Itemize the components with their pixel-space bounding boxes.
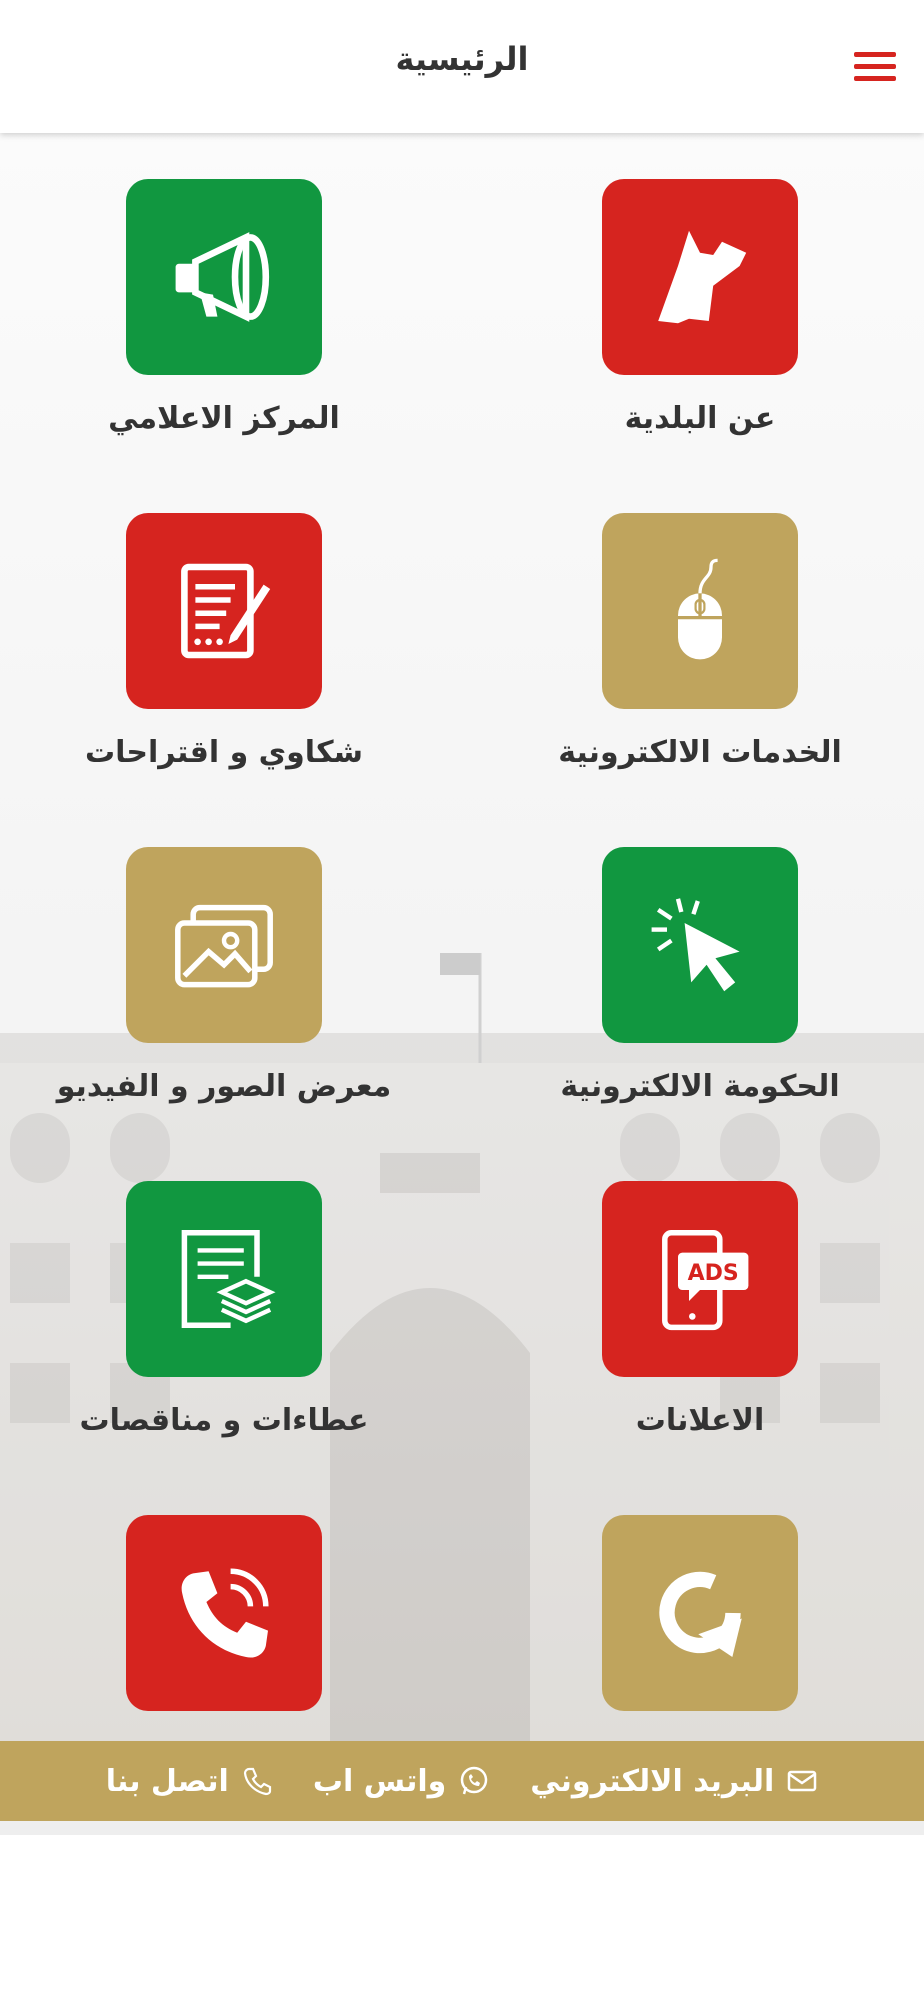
grid-item-9[interactable]: [490, 1515, 910, 1741]
tile-rotate[interactable]: [602, 1515, 798, 1711]
ads-phone-icon: ADS: [662, 1230, 749, 1331]
megaphone-icon: [175, 232, 270, 322]
page-title: الرئيسية: [395, 40, 529, 78]
grid-item-ads[interactable]: ADS الاعلانات: [490, 1181, 910, 1481]
grid-item-egov[interactable]: الحكومة الالكترونية: [490, 847, 910, 1147]
tile-eservices[interactable]: [602, 513, 798, 709]
label-tenders: عطاءات و مناقصات: [79, 1403, 369, 1438]
tile-tenders[interactable]: [126, 1181, 322, 1377]
tile-complaints[interactable]: [126, 513, 322, 709]
jordan-map-icon: [658, 230, 747, 324]
bottom-blank-area: [0, 1821, 924, 2000]
grid-item-10[interactable]: [14, 1515, 434, 1741]
label-gallery: معرض الصور و الفيديو: [56, 1069, 392, 1104]
tile-media-center[interactable]: [126, 179, 322, 375]
grid-item-gallery[interactable]: معرض الصور و الفيديو: [14, 847, 434, 1147]
call-us-link[interactable]: اتصل بنا: [106, 1764, 273, 1799]
label-ads: الاعلانات: [635, 1403, 765, 1438]
svg-text:ADS: ADS: [688, 1261, 739, 1286]
phone-call-icon: [181, 1568, 269, 1658]
gallery-icon: [175, 904, 273, 988]
divider: [0, 1821, 924, 1835]
document-pen-icon: [181, 563, 271, 659]
tile-egov[interactable]: [602, 847, 798, 1043]
whatsapp-icon: [461, 1766, 488, 1795]
grid-item-media-center[interactable]: المركز الاعلامي: [14, 179, 434, 479]
grid-item-complaints[interactable]: شكاوي و اقتراحات: [14, 513, 434, 813]
tile-gallery[interactable]: [126, 847, 322, 1043]
envelope-icon: [788, 1770, 817, 1792]
tile-phone[interactable]: [126, 1515, 322, 1711]
email-link[interactable]: البريد الالكتروني: [530, 1764, 818, 1799]
phone-icon: [243, 1767, 271, 1796]
rotate-arrow-icon: [659, 1571, 742, 1657]
whatsapp-label: واتس اب: [312, 1763, 447, 1799]
grid-item-about[interactable]: عن البلدية: [490, 179, 910, 479]
tile-about[interactable]: [602, 179, 798, 375]
cursor-click-icon: [651, 898, 740, 992]
label-about: عن البلدية: [624, 401, 776, 436]
tile-ads[interactable]: ADS: [602, 1181, 798, 1377]
mouse-icon: [678, 558, 722, 660]
app-header: الرئيسية: [0, 0, 924, 133]
call-label: اتصل بنا: [105, 1763, 229, 1799]
hamburger-menu-icon[interactable]: [854, 52, 896, 82]
label-egov: الحكومة الالكترونية: [560, 1069, 840, 1104]
email-label: البريد الالكتروني: [530, 1763, 775, 1799]
main-content: عن البلدية المركز الاعلامي الخدمات الالك…: [0, 133, 924, 1741]
grid-item-tenders[interactable]: عطاءات و مناقصات: [14, 1181, 434, 1481]
label-media-center: المركز الاعلامي: [108, 401, 340, 436]
label-complaints: شكاوي و اقتراحات: [84, 735, 364, 770]
grid-item-eservices[interactable]: الخدمات الالكترونية: [490, 513, 910, 813]
document-layers-icon: [181, 1230, 276, 1328]
bottom-contact-bar: البريد الالكتروني واتس اب اتصل بنا: [0, 1741, 924, 1821]
label-eservices: الخدمات الالكترونية: [558, 735, 842, 770]
whatsapp-link[interactable]: واتس اب: [313, 1764, 490, 1799]
